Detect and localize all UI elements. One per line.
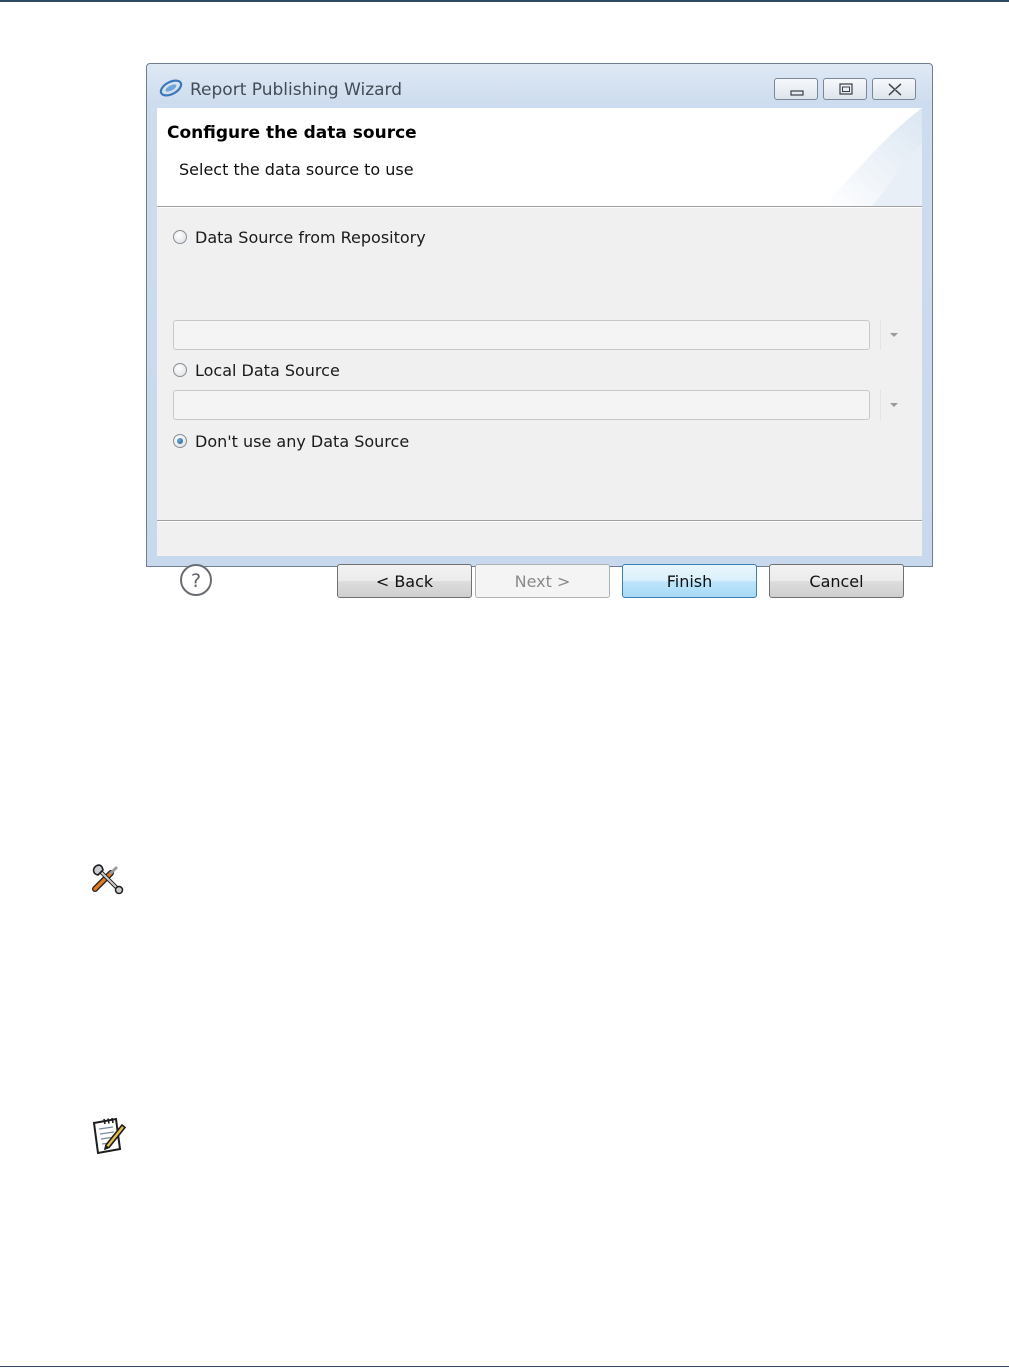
- title-bar[interactable]: Report Publishing Wizard: [147, 64, 932, 108]
- app-logo-icon: [159, 79, 183, 97]
- wizard-page-subtitle: Select the data source to use: [179, 160, 414, 179]
- window-title: Report Publishing Wizard: [190, 80, 403, 100]
- radio-label-repository: Data Source from Repository: [195, 227, 426, 247]
- radio-label-none: Don't use any Data Source: [195, 431, 410, 451]
- repository-combo[interactable]: [173, 320, 870, 350]
- next-button[interactable]: Next >: [475, 564, 610, 598]
- maximize-button[interactable]: [823, 78, 867, 100]
- footer-divider-highlight: [157, 521, 922, 522]
- radio-option-repository[interactable]: Data Source from Repository: [173, 225, 426, 249]
- back-button[interactable]: < Back: [337, 564, 472, 598]
- wizard-page-title: Configure the data source: [167, 123, 417, 143]
- page-bottom-rule: [0, 1366, 1009, 1367]
- radio-button[interactable]: [173, 230, 187, 244]
- wizard-header: Configure the data source Select the dat…: [157, 108, 922, 206]
- header-divider-highlight: [157, 207, 922, 208]
- local-combo[interactable]: [173, 390, 870, 420]
- radio-option-local[interactable]: Local Data Source: [173, 358, 340, 382]
- radio-label-local: Local Data Source: [195, 360, 340, 380]
- close-button[interactable]: [872, 78, 916, 100]
- wizard-window: Report Publishing Wizard Configure the d…: [146, 63, 933, 598]
- finish-button[interactable]: Finish: [622, 564, 757, 598]
- cancel-button[interactable]: Cancel: [769, 564, 904, 598]
- radio-button-selected[interactable]: [173, 434, 187, 448]
- local-combo-dropdown-icon[interactable]: [880, 390, 906, 420]
- page-top-rule: [0, 0, 1009, 2]
- tools-icon: [92, 864, 124, 895]
- wizard-client-area: Configure the data source Select the dat…: [157, 108, 922, 598]
- repository-combo-dropdown-icon[interactable]: [880, 320, 906, 350]
- svg-text:?: ?: [191, 570, 201, 592]
- close-icon: [888, 83, 903, 96]
- radio-button[interactable]: [173, 363, 187, 377]
- minimize-button[interactable]: [774, 78, 818, 100]
- banner-decoration: [822, 108, 922, 206]
- maximize-icon: [839, 83, 853, 95]
- help-icon[interactable]: ?: [179, 563, 213, 597]
- radio-option-none[interactable]: Don't use any Data Source: [173, 429, 409, 453]
- note-icon: [92, 1117, 127, 1155]
- minimize-icon: [790, 90, 804, 96]
